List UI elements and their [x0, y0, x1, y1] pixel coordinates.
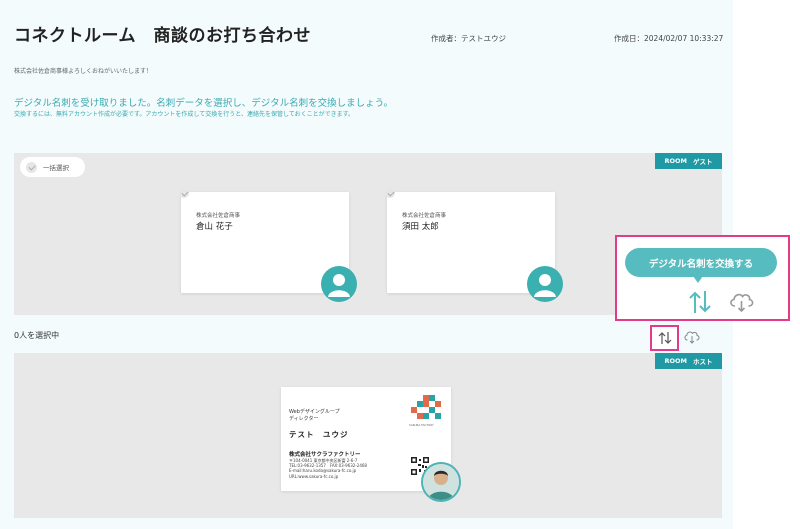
cloud-download-icon[interactable] — [728, 291, 755, 313]
host-card-details: 〒104-0041 東京都中央区新富 2-6-7 TEL:03-9632-135… — [289, 458, 367, 479]
company-logo-text: SAKURA FACTORY — [409, 423, 434, 427]
host-card-email: E-mail:haru.koda@sakura-fc.co.jp — [289, 468, 357, 474]
exchange-digital-card-button[interactable]: デジタル名刺を交換する — [625, 248, 777, 277]
host-avatar — [421, 462, 461, 502]
host-card-url: URL:www.sakura-fc.co.jp — [289, 473, 339, 479]
room-badge-role: ホスト — [693, 358, 713, 366]
select-all-button[interactable]: 一括選択 — [20, 157, 85, 177]
created-date-label: 作成日：2024/02/07 10:33:27 — [614, 34, 724, 43]
host-card-company: 株式会社サクラファクトリー — [289, 452, 361, 458]
room-badge-label: ROOM — [664, 357, 688, 365]
room-badge-label: ROOM — [664, 157, 688, 165]
guest-room-badge: ROOM ゲスト — [655, 153, 722, 169]
greeting-message: 株式会社佐倉商事様よろしくおねがいいたします！ — [14, 68, 153, 75]
person-photo-icon — [423, 464, 459, 500]
card-person-name: 須田 太郎 — [402, 222, 439, 232]
avatar-icon — [527, 266, 563, 302]
host-card-dept-line2: ディレクター — [289, 416, 319, 422]
check-icon[interactable] — [179, 188, 189, 198]
info-message-main: デジタル名刺を受け取りました。名刺データを選択し、デジタル名刺を交換しましょう。 — [14, 98, 394, 109]
select-all-label: 一括選択 — [43, 164, 69, 172]
selected-count-text: 0人を選択中 — [14, 331, 60, 340]
card-person-name: 倉山 花子 — [196, 222, 233, 232]
company-logo-icon — [411, 395, 441, 423]
avatar-icon — [321, 266, 357, 302]
exchange-arrows-icon[interactable] — [688, 289, 712, 315]
host-card-department: Webデザイングループ ディレクター — [289, 409, 340, 423]
cloud-download-button[interactable] — [683, 329, 701, 345]
guest-business-card[interactable]: 株式会社佐倉商事 須田 太郎 — [385, 188, 563, 302]
room-badge-role: ゲスト — [693, 158, 713, 166]
card-company: 株式会社佐倉商事 — [196, 213, 241, 219]
card-company: 株式会社佐倉商事 — [402, 213, 447, 219]
guest-business-card[interactable]: 株式会社佐倉商事 倉山 花子 — [179, 188, 357, 302]
info-message-sub: 交換するには、無料アカウント作成が必要です。アカウントを作成して交換を行うと、連… — [14, 111, 355, 118]
host-card-dept-line1: Webデザイングループ — [289, 409, 340, 415]
tooltip-tail — [693, 276, 703, 283]
cloud-download-icon — [684, 331, 700, 344]
page-title: コネクトルーム 商談のお打ち合わせ — [14, 26, 311, 46]
host-room-badge: ROOM ホスト — [655, 353, 722, 369]
check-icon — [26, 161, 37, 173]
check-icon[interactable] — [385, 188, 395, 198]
creator-label: 作成者：テストユウジ — [431, 34, 506, 43]
host-card-name: テスト ユウジ — [289, 430, 349, 439]
exchange-arrows-icon — [658, 332, 671, 344]
exchange-button[interactable] — [650, 325, 679, 351]
